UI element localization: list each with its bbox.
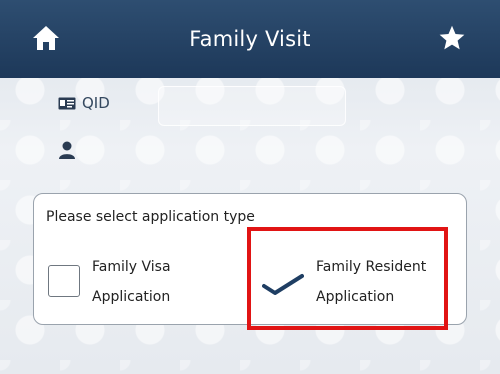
family-visa-checkbox[interactable] bbox=[48, 265, 80, 297]
user-icon bbox=[59, 141, 75, 159]
home-icon bbox=[33, 26, 59, 50]
user-row bbox=[0, 130, 500, 174]
name-input[interactable] bbox=[158, 132, 344, 170]
page-title: Family Visit bbox=[189, 27, 311, 51]
star-icon bbox=[439, 25, 465, 50]
application-type-prompt: Please select application type bbox=[46, 209, 255, 225]
family-visa-label-line2: Application bbox=[92, 289, 171, 305]
option-family-visa[interactable]: Family Visa Application bbox=[48, 252, 171, 312]
home-button[interactable] bbox=[28, 20, 64, 56]
app-header: Family Visit bbox=[0, 0, 500, 78]
highlight-box bbox=[247, 227, 448, 330]
qid-label-group: QID bbox=[58, 94, 110, 112]
id-card-icon bbox=[58, 97, 76, 109]
family-visa-label-line1: Family Visa bbox=[92, 259, 171, 275]
qid-label: QID bbox=[82, 94, 110, 112]
favorite-button[interactable] bbox=[434, 20, 470, 56]
qid-input[interactable] bbox=[158, 86, 346, 126]
family-visa-label: Family Visa Application bbox=[92, 252, 171, 312]
qid-row: QID bbox=[0, 84, 500, 128]
